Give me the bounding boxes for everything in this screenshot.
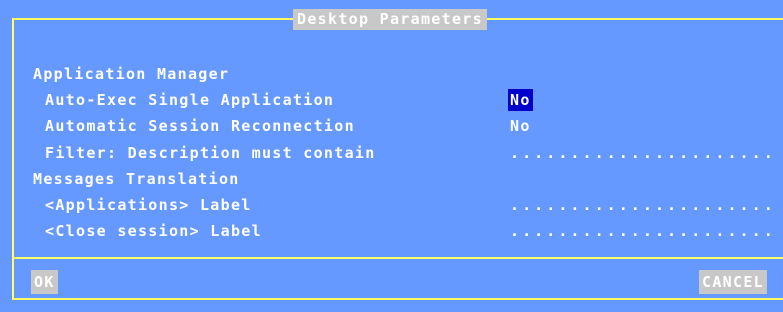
ok-button[interactable]: OK [31,270,58,294]
section-messages-translation: Messages Translation [33,170,240,188]
close-session-label-label: <Close session> Label [45,222,262,240]
auto-reconnect-label: Automatic Session Reconnection [45,117,355,135]
section-application-manager: Application Manager [33,65,230,83]
filter-input[interactable]: ...................... [510,142,776,164]
cancel-button[interactable]: CANCEL [699,270,767,294]
auto-reconnect-value[interactable]: No [510,115,531,137]
applications-label-label: <Applications> Label [45,196,252,214]
dialog-window: Desktop Parameters Application Manager A… [0,0,783,312]
close-session-label-input[interactable]: ...................... [510,220,776,242]
filter-label: Filter: Description must contain [45,144,376,162]
dialog-title: Desktop Parameters [293,9,487,30]
auto-exec-label: Auto-Exec Single Application [45,91,335,109]
button-bar-divider [12,257,783,259]
frame-bottom-border [12,298,783,300]
applications-label-input[interactable]: ...................... [510,194,776,216]
auto-exec-value[interactable]: No [508,89,533,111]
